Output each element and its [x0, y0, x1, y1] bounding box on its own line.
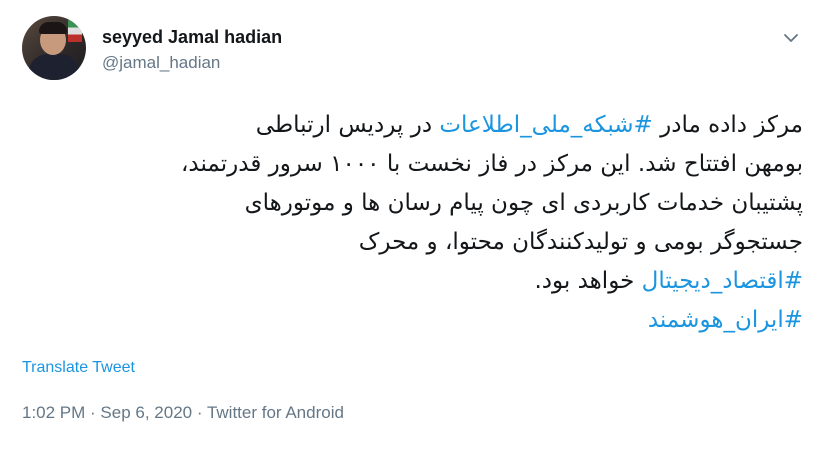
tweet-line: پشتیبان خدمات کاربردی ای چون پیام رسان ه… — [244, 190, 803, 216]
tweet-text-segment: مرکز داده مادر — [652, 112, 803, 138]
tweet-line: #ایران_هوشمند — [18, 301, 803, 340]
tweet-date[interactable]: Sep 6, 2020 — [100, 403, 192, 422]
author-handle[interactable]: @jamal_hadian — [102, 53, 220, 73]
chevron-down-icon[interactable] — [781, 28, 801, 48]
hashtag-link[interactable]: #اقتصاد_دیجیتال — [642, 268, 803, 294]
hashtag-link[interactable]: #ایران_هوشمند — [648, 307, 803, 333]
tweet-line: #اقتصاد_دیجیتال خواهد بود. — [18, 262, 803, 301]
tweet-line: مرکز داده مادر #شبکه_ملی_اطلاعات در پردی… — [18, 106, 803, 145]
separator: · — [85, 403, 101, 422]
avatar-hair — [39, 22, 67, 34]
tweet-line: جستجوگر بومی و تولیدکنندگان محتوا، و محر… — [358, 229, 803, 255]
tweet-text: مرکز داده مادر #شبکه_ملی_اطلاعات در پردی… — [18, 106, 803, 340]
tweet-source: Twitter for Android — [206, 403, 344, 422]
tweet-line: بومهن افتتاح شد. این مرکز در فاز نخست با… — [181, 151, 803, 177]
translate-tweet-link[interactable]: Translate Tweet — [22, 359, 135, 377]
tweet-time[interactable]: 1:02 PM — [22, 403, 85, 422]
tweet-text-segment: خواهد بود. — [534, 268, 642, 294]
avatar[interactable] — [22, 16, 86, 80]
avatar-body — [28, 54, 80, 80]
hashtag-link[interactable]: #شبکه_ملی_اطلاعات — [439, 112, 652, 138]
separator: · — [192, 403, 207, 422]
tweet-header: seyyed Jamal hadian @jamal_hadian — [22, 16, 807, 86]
tweet-text-segment: در پردیس ارتباطی — [255, 112, 440, 138]
flag-decoration — [68, 20, 82, 42]
author-name[interactable]: seyyed Jamal hadian — [102, 27, 282, 48]
tweet-meta: 1:02 PM · Sep 6, 2020 · Twitter for Andr… — [22, 403, 344, 423]
